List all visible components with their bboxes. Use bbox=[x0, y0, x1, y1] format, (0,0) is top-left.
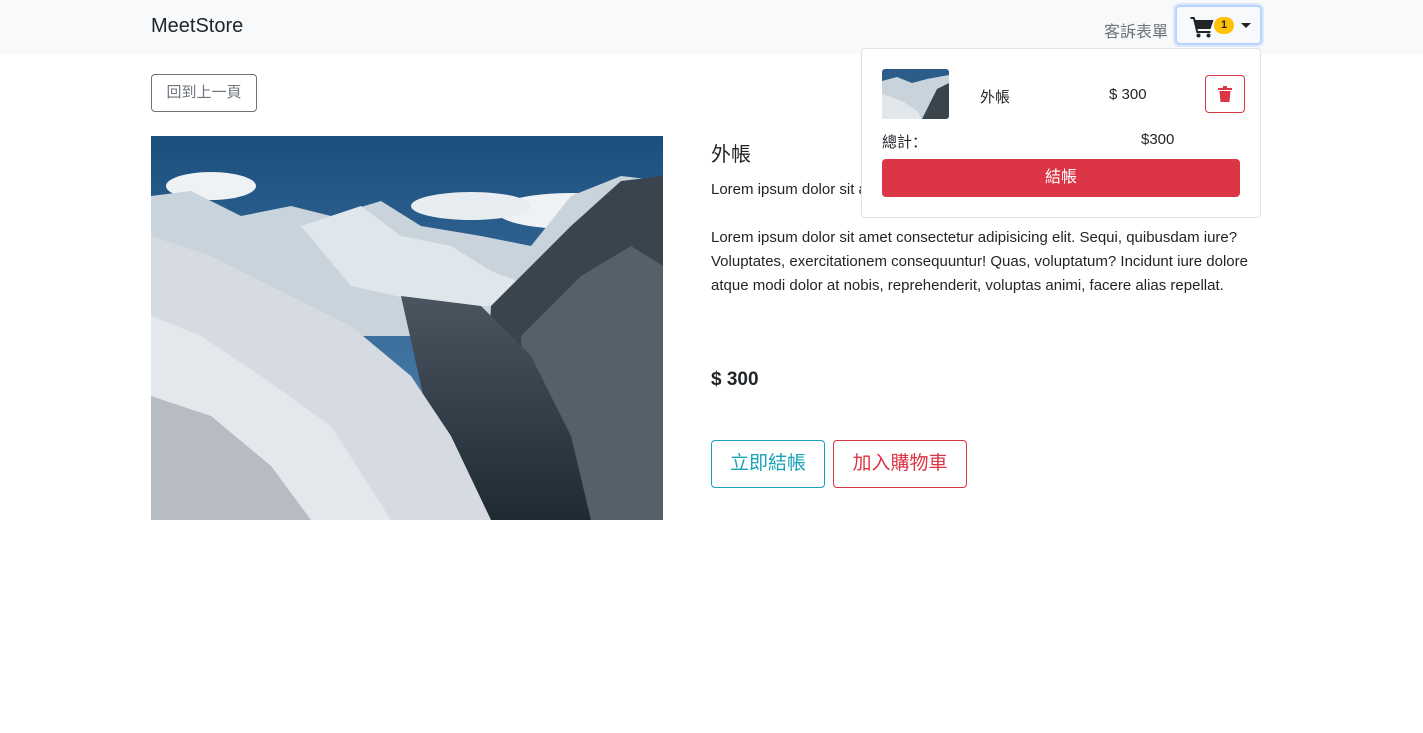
brand-logo[interactable]: MeetStore bbox=[151, 15, 243, 38]
cart-dropdown-menu: 外帳 $ 300 總計： $300 結帳 bbox=[861, 48, 1261, 218]
cart-item-price: $ 300 bbox=[1109, 86, 1147, 103]
cart-total-label: 總計： bbox=[882, 134, 928, 151]
delete-item-button[interactable] bbox=[1205, 75, 1245, 113]
nav-link-complaint-form[interactable]: 客訴表單 bbox=[1104, 18, 1168, 42]
shopping-cart-icon bbox=[1190, 17, 1214, 38]
cart-dropdown-button[interactable]: 1 bbox=[1175, 5, 1262, 45]
add-to-cart-button[interactable]: 加入購物車 bbox=[833, 440, 967, 488]
navbar: MeetStore 客訴表單 1 bbox=[0, 0, 1423, 54]
product-short-description: Lorem ipsum dolor sit amet consectetur a… bbox=[711, 181, 861, 198]
checkout-button[interactable]: 結帳 bbox=[882, 159, 1240, 197]
product-image bbox=[151, 136, 663, 520]
cart-count-badge: 1 bbox=[1214, 17, 1234, 34]
back-button[interactable]: 回到上一頁 bbox=[151, 74, 257, 112]
trash-icon bbox=[1218, 86, 1232, 102]
cart-item-thumbnail bbox=[882, 69, 949, 119]
product-price: $ 300 bbox=[711, 369, 759, 390]
cart-item-name: 外帳 bbox=[980, 89, 1011, 106]
product-title: 外帳 bbox=[711, 144, 751, 166]
product-description: Lorem ipsum dolor sit amet consectetur a… bbox=[711, 229, 1248, 294]
cart-total-value: $300 bbox=[1141, 131, 1175, 148]
checkout-now-button[interactable]: 立即結帳 bbox=[711, 440, 825, 488]
chevron-down-icon bbox=[1241, 23, 1251, 28]
